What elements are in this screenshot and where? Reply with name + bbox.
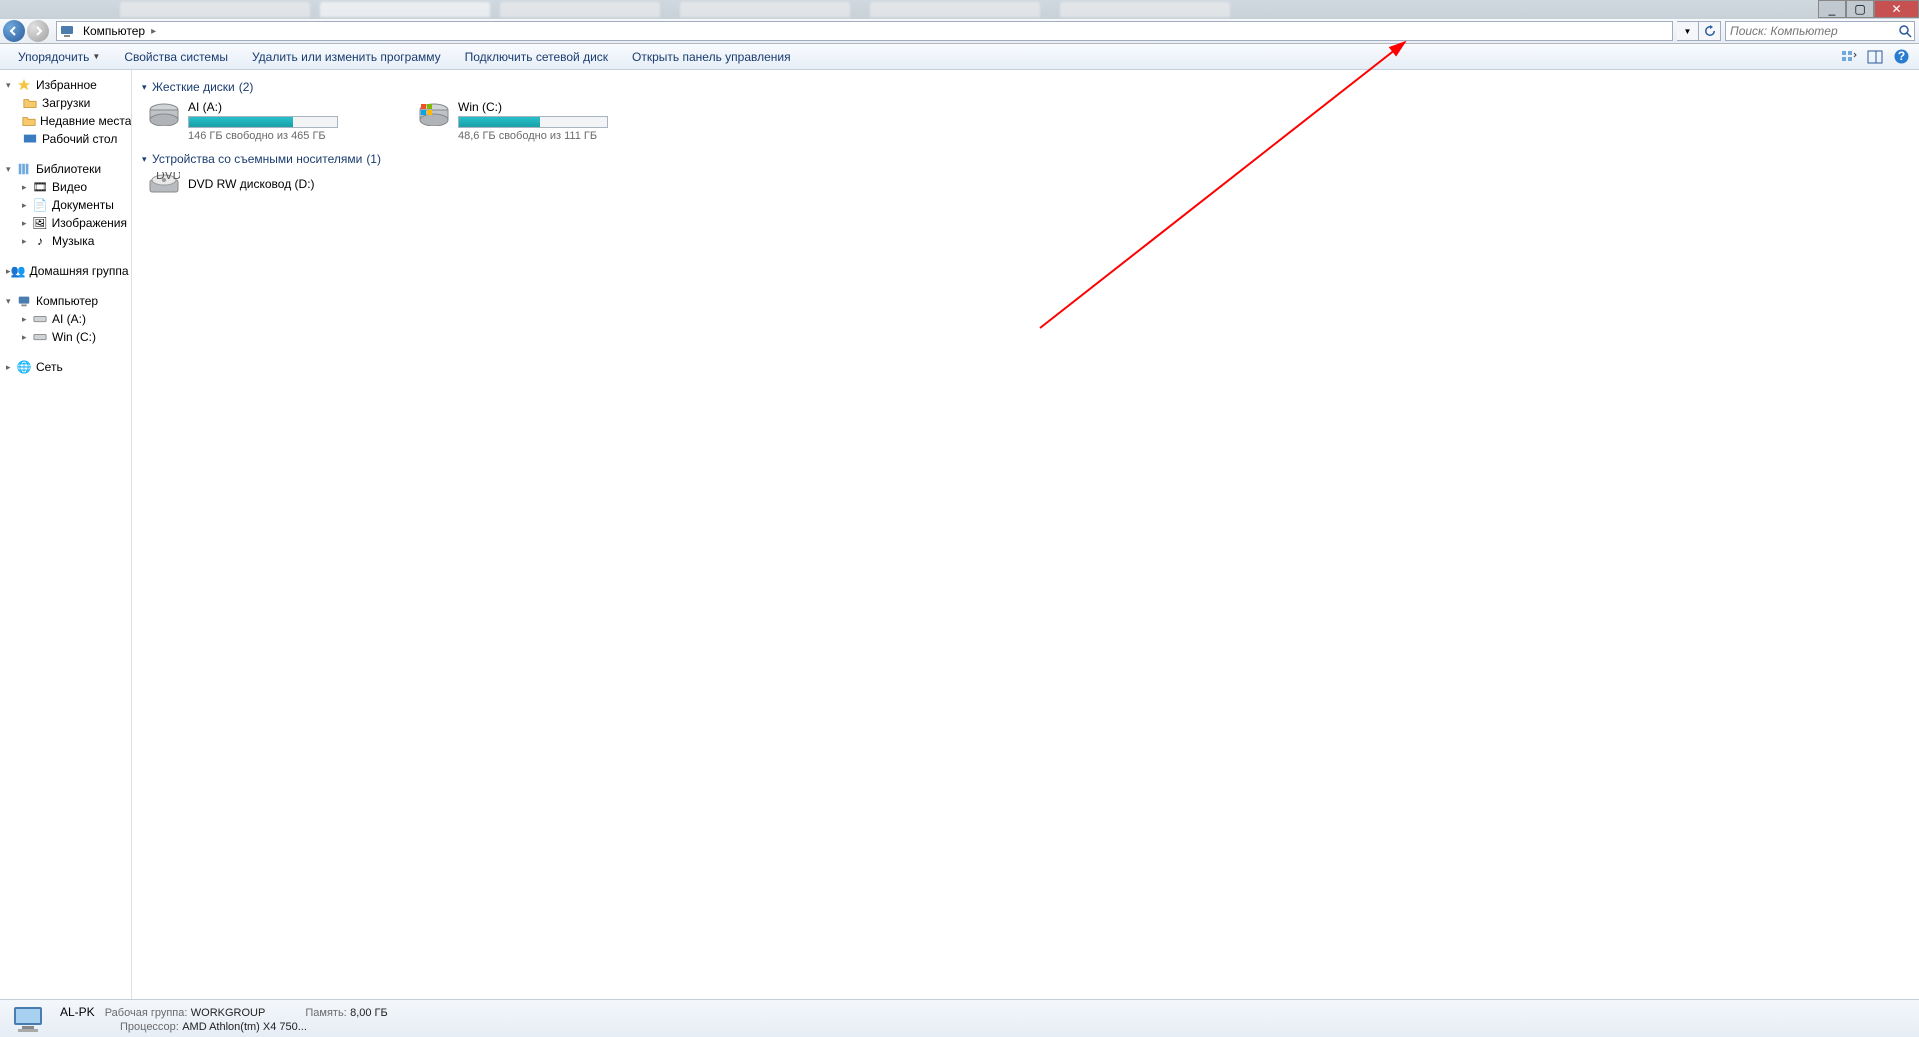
desktop-icon [22, 131, 38, 147]
sidebar-item-music[interactable]: ♪Музыка [0, 232, 131, 250]
preview-pane-button[interactable] [1863, 47, 1887, 67]
sidebar-item-drive-c[interactable]: Win (C:) [0, 328, 131, 346]
removable-devices-header[interactable]: Устройства со съемными носителями (1) [142, 152, 1909, 166]
sidebar-homegroup[interactable]: 👥 Домашняя группа [0, 262, 131, 280]
close-button[interactable]: ✕ [1874, 0, 1919, 18]
sidebar-item-drive-a[interactable]: AI (A:) [0, 310, 131, 328]
folder-icon [22, 95, 38, 111]
breadcrumb-root[interactable]: Компьютер [79, 22, 149, 40]
dvd-drive-label: DVD RW дисковод (D:) [188, 177, 315, 191]
sidebar-computer[interactable]: Компьютер [0, 292, 131, 310]
chevron-right-icon[interactable]: ▸ [149, 26, 158, 37]
help-button[interactable]: ? [1889, 47, 1913, 67]
drive-name: AI (A:) [188, 100, 378, 114]
toolbar: Упорядочить▼ Свойства системы Удалить ил… [0, 44, 1919, 70]
search-input[interactable] [1726, 24, 1896, 38]
back-button[interactable] [2, 20, 26, 42]
hdd-windows-icon [418, 100, 450, 126]
sidebar-item-downloads[interactable]: Загрузки [0, 94, 131, 112]
svg-text:DVD: DVD [156, 172, 180, 182]
minimize-button[interactable]: _ [1818, 0, 1846, 18]
dvd-drive-item[interactable]: DVD DVD RW дисковод (D:) [148, 172, 1909, 196]
open-control-panel-button[interactable]: Открыть панель управления [620, 44, 803, 69]
search-icon[interactable] [1896, 22, 1914, 40]
sidebar-item-documents[interactable]: 📄Документы [0, 196, 131, 214]
drive-info: 146 ГБ свободно из 465 ГБ [188, 130, 378, 142]
drive-item[interactable]: AI (A:) 146 ГБ свободно из 465 ГБ [148, 100, 378, 142]
system-properties-button[interactable]: Свойства системы [112, 44, 240, 69]
view-options-button[interactable] [1837, 47, 1861, 67]
pictures-icon: 🖼 [32, 215, 48, 231]
address-bar-row: Компьютер ▸ ▼ [0, 19, 1919, 44]
recent-icon [22, 113, 36, 129]
star-icon [16, 77, 32, 93]
dvd-icon: DVD [148, 172, 180, 196]
drive-icon [32, 311, 48, 327]
computer-icon [59, 23, 77, 39]
maximize-button[interactable]: ▢ [1846, 0, 1874, 18]
uninstall-program-button[interactable]: Удалить или изменить программу [240, 44, 453, 69]
drive-usage-bar [188, 116, 338, 128]
drive-name: Win (C:) [458, 100, 648, 114]
address-bar[interactable]: Компьютер ▸ [56, 21, 1673, 41]
navigation-pane: Избранное Загрузки Недавние места Рабочи… [0, 70, 132, 999]
hard-drives-header[interactable]: Жесткие диски (2) [142, 80, 1909, 94]
homegroup-icon: 👥 [11, 263, 26, 279]
content-area: Жесткие диски (2) AI (A:) 146 ГБ свободн… [132, 70, 1919, 999]
map-network-drive-button[interactable]: Подключить сетевой диск [453, 44, 620, 69]
sidebar-item-pictures[interactable]: 🖼Изображения [0, 214, 131, 232]
refresh-button[interactable] [1699, 21, 1721, 41]
music-icon: ♪ [32, 233, 48, 249]
sidebar-network[interactable]: 🌐 Сеть [0, 358, 131, 376]
address-dropdown-button[interactable]: ▼ [1677, 21, 1699, 41]
sidebar-favorites-header[interactable]: Избранное [0, 76, 131, 94]
sidebar-item-desktop[interactable]: Рабочий стол [0, 130, 131, 148]
search-box[interactable] [1725, 21, 1915, 41]
drive-item[interactable]: Win (C:) 48,6 ГБ свободно из 111 ГБ [418, 100, 648, 142]
sidebar-item-recent[interactable]: Недавние места [0, 112, 131, 130]
drive-usage-bar [458, 116, 608, 128]
details-pane: AL-PK Рабочая группа: WORKGROUP Память: … [0, 999, 1919, 1037]
drive-icon [32, 329, 48, 345]
video-icon: 🎞 [32, 179, 48, 195]
forward-button[interactable] [26, 20, 50, 42]
drive-info: 48,6 ГБ свободно из 111 ГБ [458, 130, 648, 142]
sidebar-libraries-header[interactable]: Библиотеки [0, 160, 131, 178]
pc-name: AL-PK [60, 1005, 95, 1019]
network-icon: 🌐 [16, 359, 32, 375]
computer-large-icon [10, 1004, 50, 1034]
organize-button[interactable]: Упорядочить▼ [6, 44, 112, 69]
computer-icon [16, 293, 32, 309]
libraries-icon [16, 161, 32, 177]
sidebar-item-videos[interactable]: 🎞Видео [0, 178, 131, 196]
browser-chrome-blur: _ ▢ ✕ [0, 0, 1919, 19]
hdd-icon [148, 100, 180, 126]
svg-text:?: ? [1897, 49, 1904, 63]
documents-icon: 📄 [32, 197, 48, 213]
